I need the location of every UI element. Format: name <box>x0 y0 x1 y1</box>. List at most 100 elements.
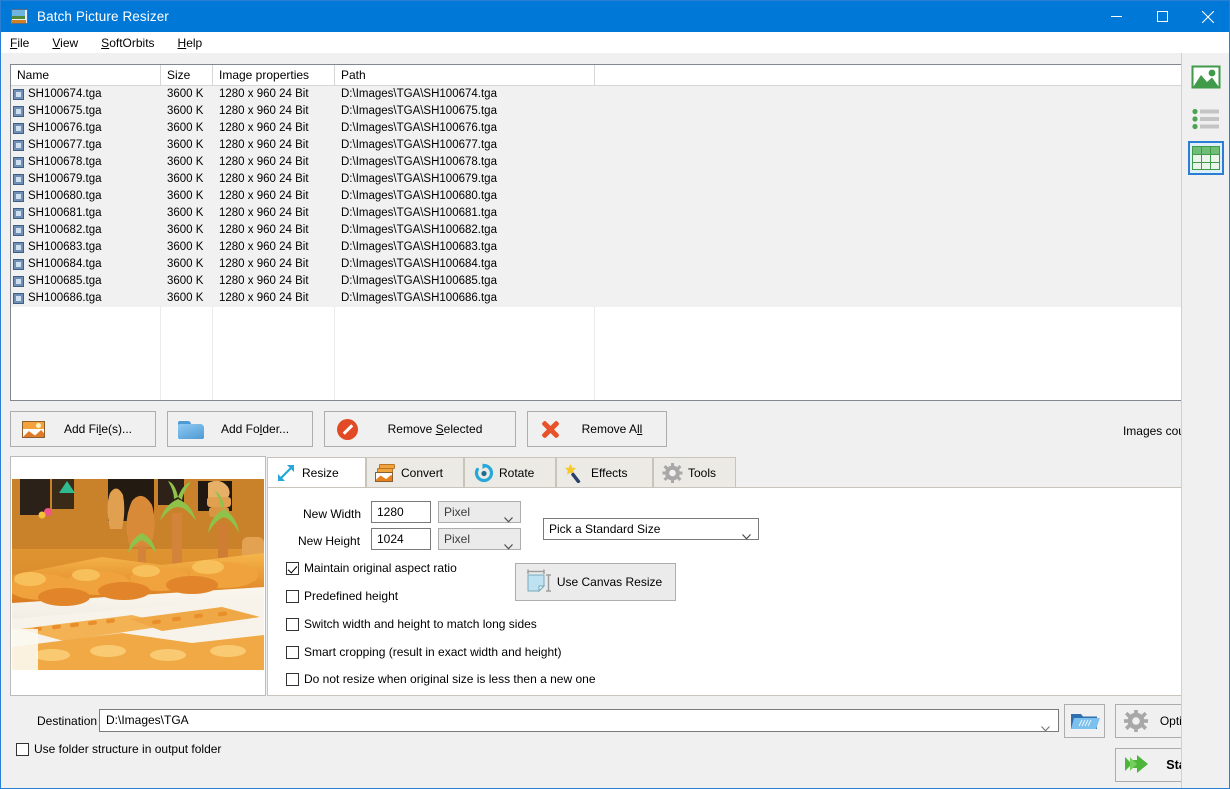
table-row[interactable]: SH100682.tga 3600 K 1280 x 960 24 Bit D:\Im… <box>11 222 1181 239</box>
maximize-button[interactable] <box>1139 1 1185 32</box>
file-list[interactable]: Name Size Image properties Path SH100674… <box>10 64 1182 401</box>
rotate-arrow-icon <box>471 462 495 484</box>
file-size-cell: 3600 K <box>167 156 204 168</box>
app-picture-icon <box>11 9 28 24</box>
image-preview-panel <box>10 456 266 696</box>
file-name-cell: SH100674.tga <box>11 86 161 103</box>
file-path-cell: D:\Images\TGA\SH100675.tga <box>341 105 497 117</box>
file-path-cell: D:\Images\TGA\SH100682.tga <box>341 224 497 236</box>
file-type-icon <box>13 191 24 202</box>
table-row[interactable]: SH100685.tga 3600 K 1280 x 960 24 Bit D:\Im… <box>11 273 1181 290</box>
use-canvas-resize-button[interactable]: Use Canvas Resize <box>515 563 676 601</box>
remove-all-button[interactable]: Remove All <box>527 411 667 447</box>
new-width-label: New Width <box>303 507 362 521</box>
image-properties-cell: 1280 x 960 24 Bit <box>219 173 309 185</box>
file-name-cell: SH100685.tga <box>11 273 161 290</box>
file-path-cell: D:\Images\TGA\SH100681.tga <box>341 207 497 219</box>
file-list-empty-row <box>11 307 1181 324</box>
file-list-empty-row <box>11 375 1181 392</box>
picture-icon <box>19 417 49 441</box>
menu-item-view[interactable]: View <box>52 36 78 50</box>
canvas-resize-icon <box>522 569 554 595</box>
checkbox-switch-width-height[interactable]: Switch width and height to match long si… <box>286 617 537 631</box>
table-row[interactable]: SH100684.tga 3600 K 1280 x 960 24 Bit D:\Im… <box>11 256 1181 273</box>
file-name-cell: SH100680.tga <box>11 188 161 205</box>
minimize-button[interactable] <box>1093 1 1139 32</box>
title-bar: Batch Picture Resizer <box>1 1 1229 32</box>
file-path-cell: D:\Images\TGA\SH100686.tga <box>341 292 497 304</box>
file-size-cell: 3600 K <box>167 241 204 253</box>
checkbox-predefined-height[interactable]: Predefined height <box>286 589 398 603</box>
tab-effects[interactable]: Effects <box>556 457 653 487</box>
checkbox-box <box>16 742 29 756</box>
checkbox-do-not-resize[interactable]: Do not resize when original size is less… <box>286 672 596 686</box>
table-row[interactable]: SH100680.tga 3600 K 1280 x 960 24 Bit D:\Im… <box>11 188 1181 205</box>
add-files-button[interactable]: Add File(s)... <box>10 411 156 447</box>
column-header-properties[interactable]: Image properties <box>213 65 335 86</box>
chevron-down-icon[interactable] <box>1041 718 1050 739</box>
convert-image-icon <box>373 462 397 484</box>
checkbox-use-folder-structure[interactable]: Use folder structure in output folder <box>16 742 221 756</box>
table-row[interactable]: SH100683.tga 3600 K 1280 x 960 24 Bit D:\Im… <box>11 239 1181 256</box>
close-button[interactable] <box>1185 1 1229 32</box>
thumbnail-view-button[interactable] <box>1188 141 1224 175</box>
table-row[interactable]: SH100681.tga 3600 K 1280 x 960 24 Bit D:\Im… <box>11 205 1181 222</box>
table-row[interactable]: SH100686.tga 3600 K 1280 x 960 24 Bit D:\Im… <box>11 290 1181 307</box>
new-height-input[interactable]: 1024 <box>371 528 431 550</box>
list-view-button[interactable] <box>1188 103 1224 137</box>
standard-size-dropdown[interactable]: Pick a Standard Size <box>543 518 759 540</box>
table-row[interactable]: SH100678.tga 3600 K 1280 x 960 24 Bit D:\Im… <box>11 154 1181 171</box>
file-path-cell: D:\Images\TGA\SH100680.tga <box>341 190 497 202</box>
column-header-name[interactable]: Name <box>11 65 161 86</box>
add-folder-button[interactable]: Add Folder... <box>167 411 313 447</box>
image-properties-cell: 1280 x 960 24 Bit <box>219 275 309 287</box>
chevron-down-icon <box>742 526 751 546</box>
play-arrow-icon <box>1123 753 1151 777</box>
tab-tools[interactable]: Tools <box>653 457 736 487</box>
table-row[interactable]: SH100674.tga 3600 K 1280 x 960 24 Bit D:\Im… <box>11 86 1181 103</box>
file-name-text: SH100682.tga <box>28 224 102 236</box>
file-size-cell: 3600 K <box>167 224 204 236</box>
column-header-size[interactable]: Size <box>161 65 213 86</box>
menu-item-help[interactable]: Help <box>178 36 203 50</box>
file-type-icon <box>13 106 24 117</box>
remove-selected-label: Remove Selected <box>387 422 483 436</box>
file-type-icon <box>13 259 24 270</box>
tab-rotate[interactable]: Rotate <box>464 457 556 487</box>
table-row[interactable]: SH100679.tga 3600 K 1280 x 960 24 Bit D:\Im… <box>11 171 1181 188</box>
table-row[interactable]: SH100677.tga 3600 K 1280 x 960 24 Bit D:\Im… <box>11 137 1181 154</box>
menu-item-softorbits[interactable]: SoftOrbits <box>101 36 154 50</box>
file-size-cell: 3600 K <box>167 139 204 151</box>
checkbox-smart-cropping[interactable]: Smart cropping (result in exact width an… <box>286 645 561 659</box>
file-size-cell: 3600 K <box>167 105 204 117</box>
file-path-cell: D:\Images\TGA\SH100683.tga <box>341 241 497 253</box>
file-name-text: SH100675.tga <box>28 105 102 117</box>
file-path-cell: D:\Images\TGA\SH100679.tga <box>341 173 497 185</box>
magic-wand-icon <box>563 462 587 484</box>
file-list-body: SH100674.tga 3600 K 1280 x 960 24 Bit D:\Im… <box>11 86 1181 400</box>
new-width-unit-value: Pixel <box>444 505 471 519</box>
menu-item-file[interactable]: FFileile <box>10 36 29 50</box>
file-name-text: SH100685.tga <box>28 275 102 287</box>
new-height-unit-dropdown[interactable]: Pixel <box>438 528 521 550</box>
file-path-cell: D:\Images\TGA\SH100674.tga <box>341 88 497 100</box>
file-name-cell: SH100676.tga <box>11 120 161 137</box>
tab-resize[interactable]: Resize <box>267 457 366 488</box>
new-width-input[interactable]: 1280 <box>371 501 431 523</box>
destination-input[interactable]: D:\Images\TGA <box>99 709 1059 732</box>
tab-convert[interactable]: Convert <box>366 457 464 487</box>
standard-size-value: Pick a Standard Size <box>549 522 661 536</box>
new-width-unit-dropdown[interactable]: Pixel <box>438 501 521 523</box>
image-preview-view-button[interactable] <box>1188 61 1224 95</box>
table-row[interactable]: SH100676.tga 3600 K 1280 x 960 24 Bit D:\Im… <box>11 120 1181 137</box>
image-properties-cell: 1280 x 960 24 Bit <box>219 292 309 304</box>
table-row[interactable]: SH100675.tga 3600 K 1280 x 960 24 Bit D:\Im… <box>11 103 1181 120</box>
checkbox-maintain-aspect-ratio[interactable]: Maintain original aspect ratio <box>286 561 457 575</box>
remove-selected-button[interactable]: Remove Selected <box>324 411 516 447</box>
file-name-cell: SH100686.tga <box>11 290 161 307</box>
file-type-icon <box>13 89 24 100</box>
file-list-empty-row <box>11 341 1181 358</box>
browse-destination-button[interactable] <box>1064 704 1105 738</box>
file-name-text: SH100679.tga <box>28 173 102 185</box>
column-header-path[interactable]: Path <box>335 65 595 86</box>
